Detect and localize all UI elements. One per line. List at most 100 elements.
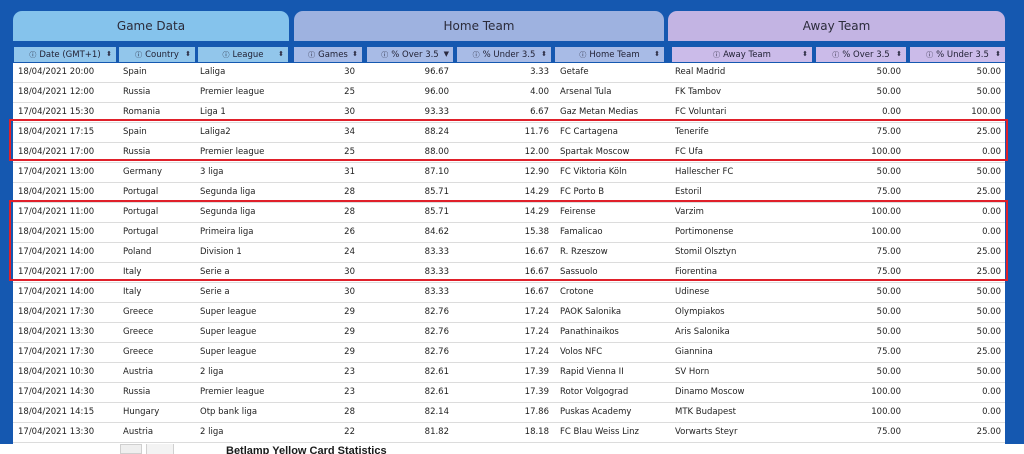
table-row[interactable]: 18/04/2021 17:00 Russia Premier league 25 88… — [13, 143, 1005, 163]
column-header[interactable]: ⓘ% Under 3.5 ⬍ — [910, 47, 1005, 62]
table-cell: 6.67 — [530, 107, 549, 117]
table-row[interactable]: 18/04/2021 17:30 Greece Super league 29 82.7… — [13, 303, 1005, 323]
sort-icon[interactable]: ▼ — [444, 47, 449, 62]
table-cell: 100.00 — [971, 107, 1001, 117]
table-cell: 30 — [344, 107, 355, 117]
sort-icon[interactable]: ⬍ — [896, 47, 902, 62]
table-cell: Rapid Vienna II — [560, 367, 624, 377]
table-cell: 17.24 — [524, 347, 549, 357]
table-cell: 17/04/2021 13:00 — [18, 167, 95, 177]
column-header[interactable]: ⓘ Date (GMT+1) ⬍ — [14, 47, 116, 62]
sort-icon[interactable]: ⬍ — [995, 47, 1001, 62]
table-cell: 18/04/2021 17:00 — [18, 147, 95, 157]
table-cell: 14.29 — [524, 207, 549, 217]
table-cell: 75.00 — [876, 427, 901, 437]
column-header-label: % Under 3.5 — [482, 49, 536, 60]
table-row[interactable]: 18/04/2021 10:30 Austria 2 liga 23 82.61 17.3… — [13, 363, 1005, 383]
table-body: 18/04/2021 20:00 Spain Laliga 30 96.67 3.33 Ge… — [13, 63, 1005, 444]
table-cell: 50.00 — [976, 307, 1001, 317]
table-cell: 16.67 — [524, 267, 549, 277]
table-row[interactable]: 18/04/2021 13:30 Greece Super league 29 82.7… — [13, 323, 1005, 343]
column-header[interactable]: ⓘ% Under 3.5 ⬍ — [457, 47, 551, 62]
table-cell: 4.00 — [530, 87, 549, 97]
column-header-label: Date (GMT+1) — [39, 49, 101, 60]
scroll-handle[interactable] — [120, 444, 142, 454]
table-cell: 50.00 — [976, 87, 1001, 97]
table-cell: Getafe — [560, 67, 589, 77]
table-cell: 25 — [344, 147, 355, 157]
table-cell: Liga 1 — [200, 107, 226, 117]
table-cell: 18/04/2021 14:15 — [18, 407, 95, 417]
table-cell: 0.00 — [982, 227, 1001, 237]
table-row[interactable]: 18/04/2021 14:15 Hungary Otp bank liga 28 82… — [13, 403, 1005, 423]
table-row[interactable]: 17/04/2021 14:00 Poland Division 1 24 83.33 1… — [13, 243, 1005, 263]
info-icon: ⓘ — [381, 50, 389, 59]
table-cell: Poland — [123, 247, 152, 257]
column-header[interactable]: ⓘ Away Team ⬍ — [672, 47, 812, 62]
table-cell: 16.67 — [524, 287, 549, 297]
table-row[interactable]: 17/04/2021 17:00 Italy Serie a 30 83.33 16.67… — [13, 263, 1005, 283]
table-cell: Italy — [123, 287, 142, 297]
column-header[interactable]: ⓘ League ⬍ — [198, 47, 288, 62]
table-cell: Premier league — [200, 87, 265, 97]
sort-icon[interactable]: ⬍ — [106, 47, 112, 62]
sort-icon[interactable]: ⬍ — [541, 47, 547, 62]
column-header[interactable]: ⓘ Country ⬍ — [119, 47, 195, 62]
table-row[interactable]: 17/04/2021 14:00 Italy Serie a 30 83.33 16.67… — [13, 283, 1005, 303]
column-header[interactable]: ⓘ% Over 3.5 ⬍ — [816, 47, 906, 62]
column-header-label: % Over 3.5 — [391, 49, 439, 60]
tab-game-data[interactable]: Game Data — [13, 11, 289, 41]
table-cell: 25.00 — [976, 247, 1001, 257]
table-cell: 17/04/2021 17:30 — [18, 347, 95, 357]
table-cell: Vorwarts Steyr — [675, 427, 738, 437]
table-row[interactable]: 17/04/2021 13:30 Austria 2 liga 22 81.82 18.1… — [13, 423, 1005, 443]
table-cell: 75.00 — [876, 347, 901, 357]
sort-icon[interactable]: ⬍ — [802, 47, 808, 62]
table-cell: FC Ufa — [675, 147, 703, 157]
column-header[interactable]: ⓘ Home Team ⬍ — [555, 47, 664, 62]
table-cell: 25.00 — [976, 127, 1001, 137]
sort-icon[interactable]: ⬍ — [352, 47, 358, 62]
table-cell: 93.33 — [424, 107, 449, 117]
table-cell: 50.00 — [876, 167, 901, 177]
table-cell: 17/04/2021 14:00 — [18, 247, 95, 257]
table-row[interactable]: 18/04/2021 20:00 Spain Laliga 30 96.67 3.33 Ge… — [13, 63, 1005, 83]
table-cell: Super league — [200, 327, 257, 337]
table-row[interactable]: 17/04/2021 11:00 Portugal Segunda liga 28 85… — [13, 203, 1005, 223]
table-row[interactable]: 17/04/2021 13:00 Germany 3 liga 31 87.10 12.9… — [13, 163, 1005, 183]
table-cell: 2 liga — [200, 427, 224, 437]
table-row[interactable]: 18/04/2021 15:00 Portugal Primeira liga 26 8… — [13, 223, 1005, 243]
table-cell: 11.76 — [524, 127, 549, 137]
table-cell: Austria — [123, 427, 154, 437]
table-cell: Estoril — [675, 187, 702, 197]
sort-icon[interactable]: ⬍ — [185, 47, 191, 62]
table-cell: 18/04/2021 10:30 — [18, 367, 95, 377]
tab-away-team[interactable]: Away Team — [668, 11, 1005, 41]
table-cell: Greece — [123, 307, 154, 317]
table-row[interactable]: 18/04/2021 15:00 Portugal Segunda liga 28 85… — [13, 183, 1005, 203]
table-row[interactable]: 18/04/2021 17:15 Spain Laliga2 34 88.24 11.76… — [13, 123, 1005, 143]
table-cell: 17/04/2021 13:30 — [18, 427, 95, 437]
column-header[interactable]: ⓘ% Over 3.5 ▼ — [367, 47, 453, 62]
table-cell: 25.00 — [976, 347, 1001, 357]
table-row[interactable]: 17/04/2021 15:30 Romania Liga 1 30 93.33 6.67… — [13, 103, 1005, 123]
sort-icon[interactable]: ⬍ — [654, 47, 660, 62]
tab-home-team[interactable]: Home Team — [294, 11, 664, 41]
table-cell: 100.00 — [871, 407, 901, 417]
column-header[interactable]: ⓘ Games ⬍ — [294, 47, 362, 62]
sort-icon[interactable]: ⬍ — [278, 47, 284, 62]
table-cell: Laliga — [200, 67, 226, 77]
info-icon: ⓘ — [222, 50, 230, 59]
table-row[interactable]: 17/04/2021 17:30 Greece Super league 29 82.7… — [13, 343, 1005, 363]
column-header-label: Away Team — [723, 49, 771, 60]
table-cell: 50.00 — [876, 367, 901, 377]
table-row[interactable]: 17/04/2021 14:30 Russia Premier league 23 82… — [13, 383, 1005, 403]
section-title: Betlamp Yellow Card Statistics — [226, 445, 387, 454]
table-cell: 29 — [344, 327, 355, 337]
table-row[interactable]: 18/04/2021 12:00 Russia Premier league 25 96… — [13, 83, 1005, 103]
table-cell: FK Tambov — [675, 87, 722, 97]
info-icon: ⓘ — [135, 50, 143, 59]
table-cell: 50.00 — [976, 167, 1001, 177]
table-cell: 28 — [344, 187, 355, 197]
table-cell: Puskas Academy — [560, 407, 632, 417]
